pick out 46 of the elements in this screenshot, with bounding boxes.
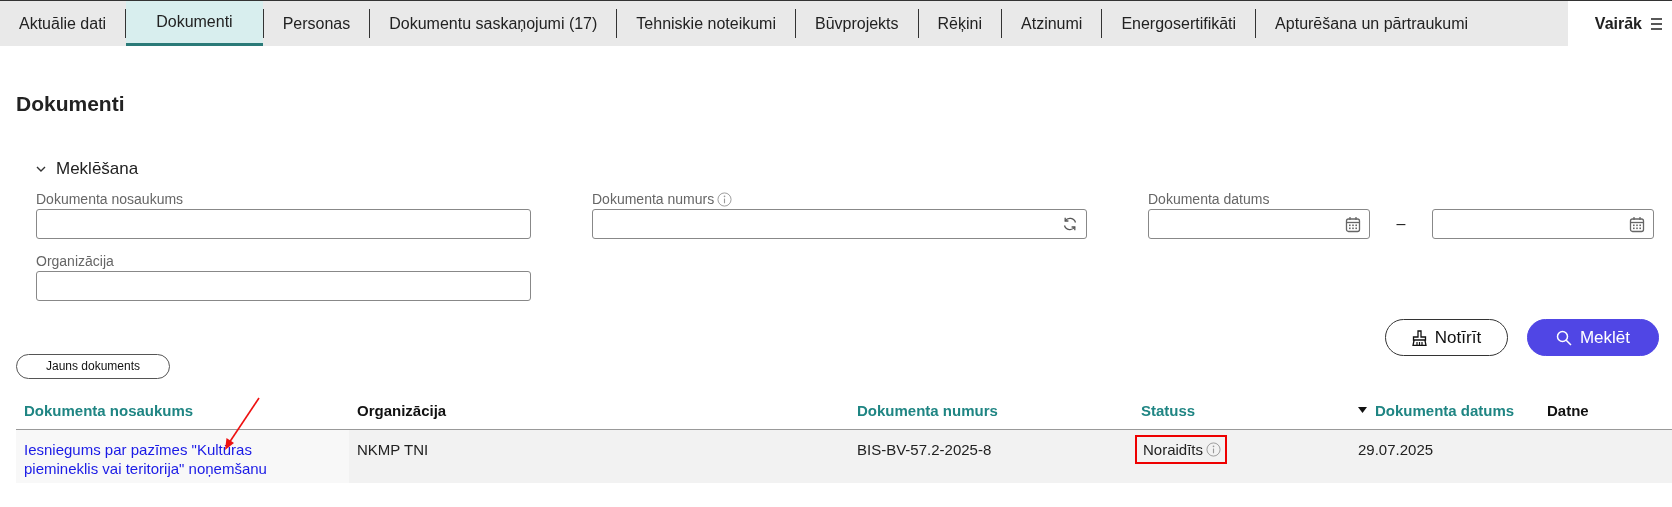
calendar-icon[interactable]	[1345, 215, 1361, 233]
field-label: Dokumenta numurs	[592, 191, 715, 207]
menu-icon	[1650, 16, 1662, 31]
page-title: Dokumenti	[16, 92, 126, 116]
column-header: Organizācija	[357, 401, 447, 419]
sort-icon[interactable]	[1358, 407, 1367, 413]
tab[interactable]: Apturēšana un pārtraukumi	[1256, 1, 1488, 46]
column-header[interactable]: Dokumenta numurs	[857, 401, 998, 419]
field-label: Organizācija	[36, 253, 115, 269]
tab[interactable]: Aktuālie dati	[0, 1, 126, 46]
tab[interactable]: Dokumentu saskaņojumi (17)	[370, 1, 617, 46]
chevron-icon	[36, 165, 46, 173]
date-field[interactable]	[1148, 209, 1370, 239]
field-label: Dokumenta datums	[1148, 191, 1271, 207]
column-header: Datne	[1547, 401, 1589, 419]
column-header[interactable]: Dokumenta datums	[1375, 401, 1515, 419]
new-document-button[interactable]: Jauns dokuments	[16, 353, 170, 379]
search-toggle[interactable]: Meklēšana	[36, 159, 139, 179]
brush-icon	[1411, 329, 1427, 346]
info-icon[interactable]	[1206, 441, 1222, 457]
info-icon[interactable]	[717, 191, 733, 207]
table-cell: NKMP TNI	[357, 440, 429, 458]
tab[interactable]: Personas	[263, 1, 370, 46]
field-label: Dokumenta nosaukums	[36, 191, 185, 207]
tab[interactable]: Rēķini	[918, 1, 1002, 46]
calendar-icon[interactable]	[1629, 215, 1645, 233]
input-field[interactable]	[36, 271, 531, 301]
date-field[interactable]	[1432, 209, 1654, 239]
range-separator: –	[1395, 215, 1407, 233]
column-header[interactable]: Statuss	[1141, 401, 1196, 419]
search-icon	[1555, 329, 1572, 346]
table-cell: 29.07.2025	[1358, 440, 1434, 458]
tab[interactable]: Būvprojekts	[795, 1, 918, 46]
tab[interactable]: Tehniskie noteikumi	[617, 1, 795, 46]
more-tab[interactable]: Vairāk	[1567, 1, 1672, 46]
refresh-icon[interactable]	[1062, 216, 1078, 232]
table-cell: BIS-BV-57.2-2025-8	[857, 440, 992, 458]
search-button[interactable]: Meklēt	[1527, 319, 1659, 356]
input-field[interactable]	[36, 209, 531, 239]
status-label: Noraidīts	[1135, 434, 1228, 464]
tab[interactable]: Dokumenti	[126, 1, 263, 46]
tab[interactable]: Energosertifikāti	[1102, 1, 1256, 46]
input-field[interactable]	[592, 209, 1087, 239]
clear-button[interactable]: Notīrīt	[1385, 319, 1508, 356]
column-header[interactable]: Dokumenta nosaukums	[24, 401, 194, 419]
tab[interactable]: Atzinumi	[1002, 1, 1102, 46]
